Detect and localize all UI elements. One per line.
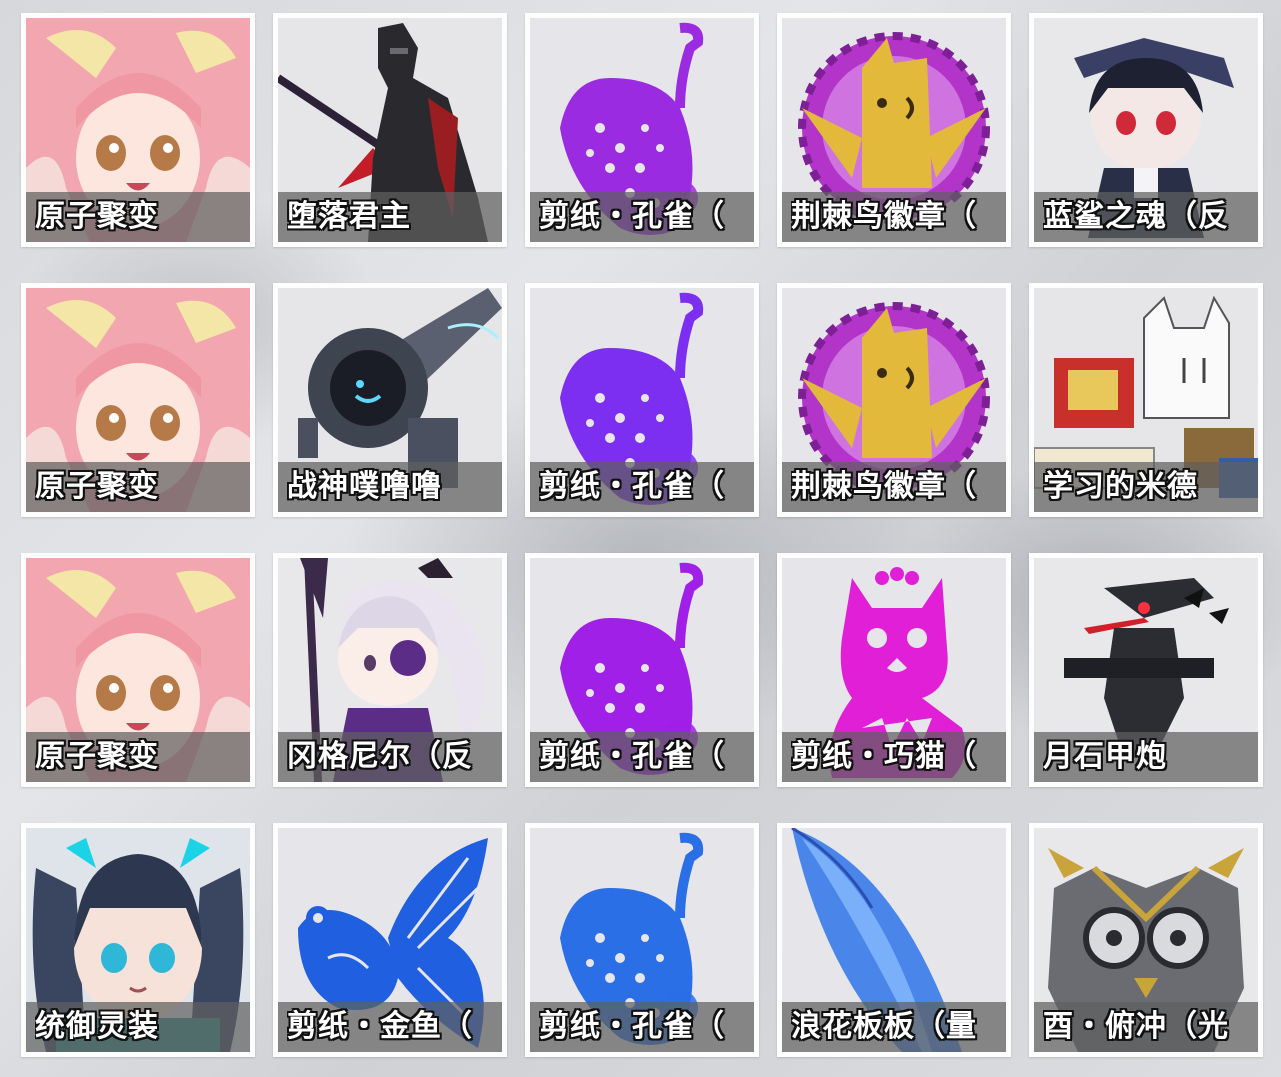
item-label: 剪纸・孔雀（ xyxy=(539,199,725,234)
item-card[interactable]: 原子聚变 xyxy=(21,283,255,517)
item-label: 荆棘鸟徽章（ xyxy=(791,199,977,234)
item-card[interactable]: 荆棘鸟徽章（ xyxy=(777,283,1011,517)
item-card-frame: 剪纸・孔雀（ xyxy=(530,558,754,782)
item-card[interactable]: 战神噗噜噜 xyxy=(273,283,507,517)
item-card-frame: 原子聚变 xyxy=(26,18,250,242)
item-label: 剪纸・孔雀（ xyxy=(539,739,725,774)
item-card[interactable]: 月石甲炮 xyxy=(1029,553,1263,787)
item-label: 冈格尼尔（反 xyxy=(287,739,473,774)
item-label: 统御灵装 xyxy=(35,1009,159,1044)
item-card[interactable]: 冈格尼尔（反 xyxy=(273,553,507,787)
item-card[interactable]: 荆棘鸟徽章（ xyxy=(777,13,1011,247)
item-label: 原子聚变 xyxy=(35,739,159,774)
item-card-frame: 学习的米德 xyxy=(1034,288,1258,512)
item-card[interactable]: 堕落君主 xyxy=(273,13,507,247)
item-label: 剪纸・巧猫（ xyxy=(791,739,977,774)
item-grid: 原子聚变 堕落君主 剪纸・孔雀（ 荆棘鸟徽章（ 蓝鲨之魂（反 原子聚变 战神噗噜… xyxy=(21,13,1263,1057)
item-card[interactable]: 剪纸・孔雀（ xyxy=(525,823,759,1057)
item-label: 荆棘鸟徽章（ xyxy=(791,469,977,504)
item-card[interactable]: 学习的米德 xyxy=(1029,283,1263,517)
item-card-frame: 原子聚变 xyxy=(26,288,250,512)
item-card[interactable]: 剪纸・孔雀（ xyxy=(525,13,759,247)
item-card[interactable]: 剪纸・巧猫（ xyxy=(777,553,1011,787)
item-card[interactable]: 剪纸・金鱼（ xyxy=(273,823,507,1057)
item-card-frame: 统御灵装 xyxy=(26,828,250,1052)
item-card-frame: 荆棘鸟徽章（ xyxy=(782,18,1006,242)
item-card-frame: 堕落君主 xyxy=(278,18,502,242)
item-label: 战神噗噜噜 xyxy=(287,469,442,504)
item-card-frame: 剪纸・巧猫（ xyxy=(782,558,1006,782)
item-card-frame: 原子聚变 xyxy=(26,558,250,782)
item-label: 蓝鲨之魂（反 xyxy=(1043,199,1229,234)
item-card-frame: 冈格尼尔（反 xyxy=(278,558,502,782)
item-card-frame: 浪花板板（量 xyxy=(782,828,1006,1052)
item-label: 剪纸・孔雀（ xyxy=(539,1009,725,1044)
item-card[interactable]: 剪纸・孔雀（ xyxy=(525,283,759,517)
item-card[interactable]: 统御灵装 xyxy=(21,823,255,1057)
item-card-frame: 蓝鲨之魂（反 xyxy=(1034,18,1258,242)
item-label: 剪纸・孔雀（ xyxy=(539,469,725,504)
item-card-frame: 剪纸・金鱼（ xyxy=(278,828,502,1052)
item-label: 堕落君主 xyxy=(287,199,411,234)
item-card-frame: 荆棘鸟徽章（ xyxy=(782,288,1006,512)
item-label: 学习的米德 xyxy=(1043,469,1198,504)
item-label: 剪纸・金鱼（ xyxy=(287,1009,473,1044)
item-card[interactable]: 原子聚变 xyxy=(21,13,255,247)
item-card-frame: 剪纸・孔雀（ xyxy=(530,828,754,1052)
item-label: 月石甲炮 xyxy=(1043,739,1167,774)
item-card[interactable]: 蓝鲨之魂（反 xyxy=(1029,13,1263,247)
item-card-frame: 剪纸・孔雀（ xyxy=(530,288,754,512)
item-card[interactable]: 剪纸・孔雀（ xyxy=(525,553,759,787)
item-card[interactable]: 原子聚变 xyxy=(21,553,255,787)
item-card[interactable]: 浪花板板（量 xyxy=(777,823,1011,1057)
item-label: 原子聚变 xyxy=(35,199,159,234)
item-card-frame: 剪纸・孔雀（ xyxy=(530,18,754,242)
item-card-frame: 月石甲炮 xyxy=(1034,558,1258,782)
item-card-frame: 战神噗噜噜 xyxy=(278,288,502,512)
item-card[interactable]: 酉・俯冲（光 xyxy=(1029,823,1263,1057)
item-label: 原子聚变 xyxy=(35,469,159,504)
item-card-frame: 酉・俯冲（光 xyxy=(1034,828,1258,1052)
item-label: 酉・俯冲（光 xyxy=(1043,1009,1229,1044)
item-label: 浪花板板（量 xyxy=(791,1009,977,1044)
